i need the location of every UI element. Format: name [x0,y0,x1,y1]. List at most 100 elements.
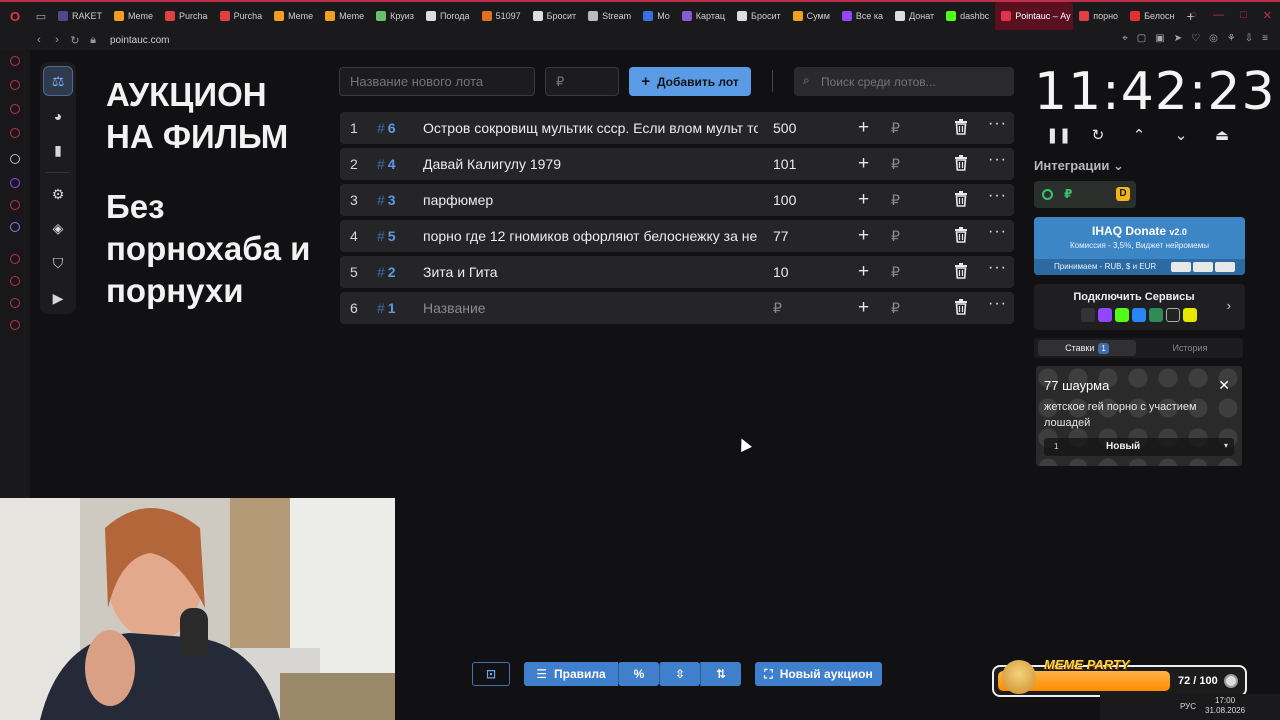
sidebar-icon[interactable] [10,276,20,286]
maximize-button[interactable]: □ [1240,9,1247,22]
chevron-down-icon[interactable]: ⌄ [1170,126,1192,144]
lot-row[interactable]: 5 #2 Зита и Гита 10 + ₽ ··· [340,256,1014,288]
forward-icon[interactable]: › [48,34,66,46]
sidebar-icon[interactable] [10,154,20,164]
browser-tab[interactable]: порно [1073,2,1124,30]
bid-target-select[interactable]: 1 Новый ▾ [1044,438,1234,456]
integration-chip[interactable]: ₽ D [1034,181,1136,208]
lot-amount[interactable]: 77 [773,228,789,244]
add-amount-input[interactable]: ₽ [891,264,900,281]
wheel-icon[interactable]: ◕ [44,102,72,130]
back-icon[interactable]: ‹ [30,34,48,46]
settings-icon[interactable] [10,320,20,330]
browser-tab[interactable]: Stream [582,2,637,30]
more-options-icon[interactable]: ··· [988,295,1007,313]
lot-amount[interactable]: 10 [773,264,789,280]
settings-icon[interactable]: ⚙ [44,180,72,208]
add-amount-icon[interactable]: + [858,189,869,211]
collapse-icon[interactable]: ⏏ [1211,126,1233,144]
browser-tab[interactable]: Все ка [836,2,889,30]
add-amount-input[interactable]: ₽ [891,120,900,137]
minimize-button[interactable]: — [1213,9,1224,22]
browser-tab[interactable]: Бросит [731,2,787,30]
add-amount-input[interactable]: ₽ [891,192,900,209]
extensions-icon[interactable]: ⚘ [1227,33,1236,44]
opera-logo-icon[interactable]: O [0,9,30,24]
close-icon[interactable]: ✕ [1218,377,1230,394]
sidebar-icon[interactable] [10,254,20,264]
percent-button[interactable]: % [618,662,659,686]
sidebar-icon[interactable] [10,80,20,90]
downloads-icon[interactable]: ⇩ [1245,33,1253,44]
lot-name[interactable]: Давай Калигулу 1979 [423,156,758,172]
browser-tab[interactable]: Meme [319,2,370,30]
browser-tab[interactable]: dashbc [940,2,995,30]
twitch-icon[interactable] [10,178,20,188]
sidebar-icon[interactable] [10,56,20,66]
browser-tab[interactable]: Meme [108,2,159,30]
more-options-icon[interactable]: ··· [988,187,1007,205]
chevron-up-icon[interactable]: ⌃ [1128,126,1150,144]
search-tabs-icon[interactable]: ○ [1190,9,1197,22]
trash-icon[interactable] [954,191,968,207]
donate-banner[interactable]: IHAQ Donate v2.0 Комиссия - 3,5%, Виджет… [1034,217,1245,275]
lot-row[interactable]: 3 #3 парфюмер 100 + ₽ ··· [340,184,1014,216]
browser-tab[interactable]: RAKET [52,2,108,30]
sidebar-icon[interactable] [10,104,20,114]
browser-tab[interactable]: Сумм [787,2,836,30]
lot-row[interactable]: 1 #6 Остров сокровищ мультик ссср. Если вл… [340,112,1014,144]
menu-icon[interactable]: ≡ [1262,33,1268,44]
add-amount-input[interactable]: ₽ [891,300,900,317]
split-button[interactable]: ⇳ [659,662,700,686]
close-window-button[interactable]: ✕ [1263,9,1272,22]
browser-tab[interactable]: Донат [889,2,940,30]
more-options-icon[interactable]: ··· [988,259,1007,277]
heart-icon[interactable]: ♡ [1191,33,1200,44]
rules-button[interactable]: ☰ Правила [524,662,618,686]
add-amount-input[interactable]: ₽ [891,228,900,245]
lot-name[interactable]: Остров сокровищ мультик ссср. Если влом … [423,120,758,136]
integrations-toggle[interactable]: Интеграции ⌄ [1034,158,1124,174]
more-options-icon[interactable]: ··· [988,223,1007,241]
new-lot-name-input[interactable] [339,67,535,96]
lot-amount[interactable]: 100 [773,192,796,208]
sidebar-icon[interactable] [10,128,20,138]
lot-name[interactable]: Название [423,300,758,316]
lot-amount[interactable]: 500 [773,120,796,136]
layers-icon[interactable]: ◈ [44,214,72,242]
sidebar-icon[interactable] [10,298,20,308]
connect-services[interactable]: Подключить Сервисы › [1034,284,1245,330]
aria-icon[interactable]: ◎ [1209,33,1218,44]
trash-icon[interactable] [954,263,968,279]
new-auction-button[interactable]: ⛶ Новый аукцион [755,662,882,686]
trash-icon[interactable] [954,119,968,135]
add-amount-input[interactable]: ₽ [891,156,900,173]
add-lot-button[interactable]: + Добавить лот [629,67,751,96]
add-amount-icon[interactable]: + [858,261,869,283]
reload-icon[interactable]: ↻ [66,34,84,47]
lot-amount[interactable]: 101 [773,156,796,172]
more-options-icon[interactable]: ··· [988,151,1007,169]
sort-button[interactable]: ⇅ [700,662,741,686]
lot-row[interactable]: 6 #1 Название ₽ + ₽ ··· [340,292,1014,324]
url-field[interactable]: pointauc.com [110,35,169,46]
lot-name[interactable]: Зита и Гита [423,264,758,280]
snapshot-icon[interactable]: ▢ [1137,33,1146,44]
sidebar-icon[interactable] [10,200,20,210]
trash-icon[interactable] [954,227,968,243]
add-amount-icon[interactable]: + [858,297,869,319]
browser-tab[interactable]: Бросит [527,2,583,30]
more-options-icon[interactable]: ··· [988,115,1007,133]
bid-card[interactable]: 77 шаурма ✕ жетское гей порно с участием… [1036,366,1242,466]
lot-row[interactable]: 2 #4 Давай Калигулу 1979 101 + ₽ ··· [340,148,1014,180]
reset-icon[interactable]: ↻ [1087,126,1109,144]
new-lot-amount-input[interactable] [545,67,619,96]
video-icon[interactable]: ▶ [44,284,72,312]
browser-tab[interactable]: Круиз [370,2,420,30]
browser-tab[interactable]: Purcha [214,2,269,30]
pin-icon[interactable]: ⌖ [1122,33,1128,44]
tab-menu-icon[interactable]: ▭ [30,10,52,23]
trash-icon[interactable] [954,155,968,171]
auction-gavel-icon[interactable]: ⚖ [43,66,73,96]
browser-tab[interactable]: Погода [420,2,476,30]
